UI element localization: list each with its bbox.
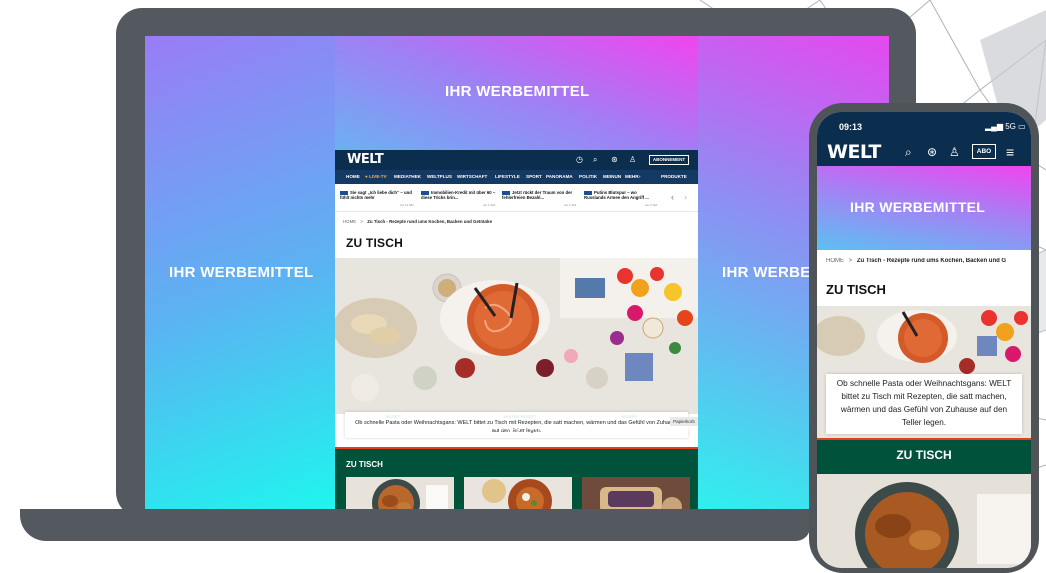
subscribe-button[interactable]: ABONNEMENT (649, 155, 689, 165)
teaser-prev-icon[interactable]: ‹ (671, 192, 674, 202)
card-topic: ESSEN & TRINKEN (582, 414, 619, 419)
teaser-item[interactable]: Immobilien-Kredit mit über 60 – diese Tr… (421, 190, 499, 201)
phone-screen: 09:13 ▂▄▆ 5G ▭ WELT ⌕ ⊛ ♙ ABO ≡ IHR WERB… (817, 112, 1031, 568)
search-icon[interactable]: ⌕ (593, 155, 597, 165)
breadcrumb-home[interactable]: HOME (343, 219, 356, 224)
teaser-meta: vor 1 Std. (564, 203, 577, 207)
nav-politik[interactable]: POLITIK (579, 174, 597, 179)
ad-label-left: IHR WERBEMITTEL (169, 264, 314, 281)
card-meta: ESSEN & TRINKEN REZEPT (346, 414, 401, 419)
teaser-item[interactable]: Sie sagt „Ich liebe dich“ – und fühlt ni… (340, 190, 418, 201)
rubric-title: ZU TISCH (346, 460, 383, 469)
card-subtopic: WINTER-REZEPT (503, 414, 537, 419)
nav-panorama[interactable]: PANORAMA (546, 174, 573, 179)
breadcrumb-separator: > (848, 258, 853, 264)
nav-sport[interactable]: SPORT (526, 174, 542, 179)
user-icon[interactable]: ♙ (949, 145, 960, 159)
teaser-item[interactable]: Putins Blutspur – wo Russlands Armee den… (584, 190, 654, 201)
hero-image (335, 258, 698, 414)
nav-live-tv[interactable]: ● LIVE-TV (365, 174, 387, 179)
breadcrumb: HOME > Zu Tisch - Rezepte rund ums Koche… (343, 219, 492, 224)
nav-meinung[interactable]: MEINUNG (603, 174, 621, 179)
ad-label-mobile: IHR WERBEMITTEL (850, 199, 986, 215)
video-tag-icon (421, 190, 429, 195)
card-image-beans[interactable] (464, 477, 572, 509)
welt-logo[interactable]: WELT (347, 153, 384, 167)
nav-home[interactable]: HOME (346, 174, 360, 179)
laptop-base (20, 509, 810, 541)
breadcrumb-current: Zu Tisch - Rezepte rund ums Kochen, Back… (856, 258, 1007, 264)
nav-wirtschaft[interactable]: WIRTSCHAFT (457, 174, 487, 179)
breadcrumb-current: Zu Tisch - Rezepte rund ums Kochen, Back… (367, 219, 493, 224)
welt-logo-mobile[interactable]: WELT (827, 141, 881, 163)
accessibility-icon[interactable]: ⊛ (611, 155, 618, 165)
chicken-illustration-mobile (817, 474, 1031, 568)
nav-weltplus[interactable]: WELTPLUS (427, 174, 452, 179)
card-image-chicken[interactable] (346, 477, 454, 509)
intro-text-mobile: Ob schnelle Pasta oder Weihnachtsgans: W… (836, 379, 1012, 427)
page-title: ZU TISCH (346, 236, 403, 250)
ad-skin-left[interactable]: IHR WERBEMITTEL (145, 36, 335, 509)
breadcrumb-separator: > (360, 219, 363, 224)
status-network: ▂▄▆ 5G ▭ (985, 122, 1026, 131)
card-image-mobile[interactable] (817, 474, 1031, 568)
nav-live-tv-label: LIVE-TV (369, 174, 387, 179)
breadcrumb-mobile: HOME > Zu Tisch - Rezepte rund ums Koche… (826, 258, 1026, 264)
teaser-text: Jetzt rückt der Traum von der fehlerfrei… (502, 190, 573, 201)
hero-food-illustration (335, 258, 698, 414)
nav-produkte[interactable]: PRODUKTE (661, 174, 687, 179)
papierkorb-button[interactable]: Papierkorb (670, 417, 698, 426)
teaser-meta: vor 11 Min. (400, 203, 415, 207)
teaser-meta: vor 2 Std. (645, 203, 658, 207)
network-label: 5G (1005, 122, 1016, 131)
video-tag-icon (584, 190, 592, 195)
mobile-ad-banner[interactable]: IHR WERBEMITTEL (817, 166, 1031, 250)
teaser-next-icon[interactable]: › (684, 192, 687, 202)
breadcrumb-home[interactable]: HOME (826, 258, 844, 264)
teaser-meta: vor 1 Std. (483, 203, 496, 207)
ad-label-top: IHR WERBEMITTEL (445, 83, 590, 100)
card-meta: ESSEN & TRINKEN WINTER-REZEPT (464, 414, 536, 419)
pumpkin-illustration (582, 477, 690, 509)
search-icon[interactable]: ⌕ (905, 145, 912, 159)
card-subtopic: REZEPT (385, 414, 402, 419)
card-headline[interactable]: Bohnen vorweg – Griechischer (464, 423, 572, 432)
chicken-illustration (346, 477, 454, 509)
card-meta: ESSEN & TRINKEN REZEPT (582, 414, 637, 419)
site-header: WELT ◷ ⌕ ⊛ ♙ ABONNEMENT (335, 150, 698, 170)
page-title-mobile: ZU TISCH (826, 282, 886, 297)
mobile-header: 09:13 ▂▄▆ 5G ▭ WELT ⌕ ⊛ ♙ ABO ≡ (817, 112, 1031, 166)
teaser-text: Sie sagt „Ich liebe dich“ – und fühlt ni… (340, 190, 412, 201)
rubric-title-mobile: ZU TISCH (896, 448, 952, 462)
user-icon[interactable]: ♙ (629, 155, 636, 165)
nav-mediathek[interactable]: MEDIATHEK (394, 174, 421, 179)
accessibility-icon[interactable]: ⊛ (927, 145, 937, 159)
signal-icon: ▂▄▆ (985, 122, 1006, 131)
nav-chevron-icon[interactable]: › (639, 174, 641, 179)
card-headline[interactable]: Eingekochtes Hähnchen mit (346, 423, 454, 432)
teaser-text: Putins Blutspur – wo Russlands Armee den… (584, 190, 649, 201)
card-topic: ESSEN & TRINKEN (464, 414, 501, 419)
subscribe-button-mobile[interactable]: ABO (972, 144, 996, 159)
main-nav: HOME ● LIVE-TV MEDIATHEK WELTPLUS WIRTSC… (335, 170, 698, 184)
menu-icon[interactable]: ≡ (1006, 145, 1014, 159)
card-subtopic: REZEPT (621, 414, 638, 419)
card-topic: ESSEN & TRINKEN (346, 414, 383, 419)
battery-icon: ▭ (1015, 122, 1026, 131)
ad-billboard-top[interactable]: IHR WERBEMITTEL (335, 36, 698, 150)
teaser-strip: Sie sagt „Ich liebe dich“ – und fühlt ni… (335, 184, 698, 212)
card-image-pumpkin[interactable] (582, 477, 690, 509)
teaser-item[interactable]: Jetzt rückt der Traum von der fehlerfrei… (502, 190, 580, 201)
welt-desktop-page: WELT ◷ ⌕ ⊛ ♙ ABONNEMENT HOME ● LIVE-TV M… (335, 150, 698, 509)
clock-icon[interactable]: ◷ (576, 155, 583, 165)
nav-lifestyle[interactable]: LIFESTYLE (495, 174, 520, 179)
promo-stage: IHR WERBEMITTEL IHR WERBEMITTEL IHR WERB… (0, 0, 1046, 573)
video-tag-icon (340, 190, 348, 195)
nav-mehr[interactable]: MEHR (625, 174, 639, 179)
teaser-text: Immobilien-Kredit mit über 60 – diese Tr… (421, 190, 496, 201)
laptop-screen: IHR WERBEMITTEL IHR WERBEMITTEL IHR WERB… (145, 36, 889, 509)
beans-illustration (464, 477, 572, 509)
status-time: 09:13 (839, 122, 863, 132)
video-tag-icon (502, 190, 510, 195)
